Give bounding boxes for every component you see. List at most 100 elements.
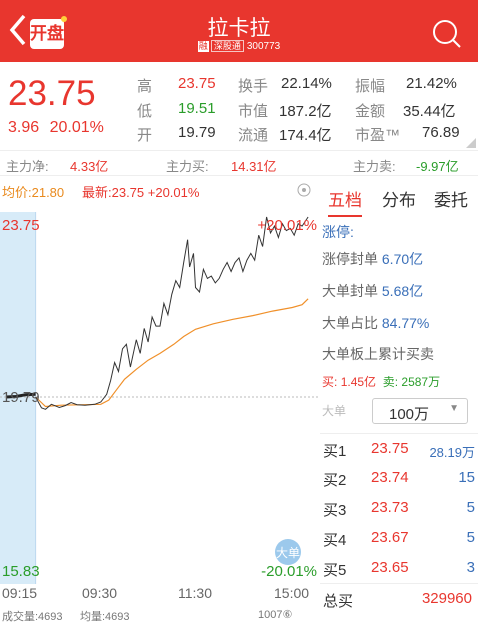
ratio-value: 84.77% [381, 315, 430, 331]
avg-volume-label: 均量:4693 [80, 611, 130, 623]
stat-value: 187.2亿 [279, 103, 332, 120]
book-volume: 5 [466, 529, 475, 546]
stat-label: 市值 [238, 103, 269, 120]
filter-value: 100万 [389, 406, 430, 423]
book-label: 买4 [323, 532, 347, 549]
accumulated-values: 买: 1.45亿 卖: 2587万 [322, 373, 440, 390]
stat-value: 76.89 [422, 124, 460, 141]
big-value: 5.68亿 [381, 283, 424, 299]
book-row[interactable]: 买2 23.74 15 [320, 463, 478, 493]
stat-value: 22.14% [281, 75, 332, 92]
book-row[interactable]: 买3 23.73 5 [320, 493, 478, 523]
book-price: 23.75 [371, 440, 409, 457]
intraday-chart[interactable]: 23.75 19.79 15.83 +20.01% -20.01% 大单 [0, 212, 320, 584]
time-tick: 09:30 [82, 585, 118, 601]
net-label: 主力净: [6, 159, 49, 174]
big-label: 大单封单 [322, 283, 378, 299]
stat-value: 19.51 [178, 100, 216, 117]
stat-value: 174.4亿 [279, 127, 332, 144]
dropdown-arrow-icon: ▼ [449, 403, 459, 414]
book-volume: 3 [466, 559, 475, 576]
seal-label: 涨停封单 [322, 251, 378, 267]
change-value: 3.96 [8, 119, 40, 136]
price-change: 3.96 20.01% [8, 119, 104, 137]
stat-label: 金额 [355, 103, 386, 120]
book-row[interactable]: 买1 23.75 28.19万 [320, 433, 478, 463]
acc-buy-label: 买: [322, 375, 338, 389]
big-order-badge-label: 大单 [276, 546, 300, 560]
buy-value: 14.31亿 [231, 159, 277, 174]
search-icon[interactable] [430, 16, 466, 52]
y-min-label: 15.83 [2, 563, 40, 580]
accumulated-label: 大单板上累计买卖 [322, 346, 434, 362]
tab-orders[interactable]: 委托 [434, 186, 468, 211]
stat-value: 19.79 [178, 124, 216, 141]
book-volume: 5 [466, 499, 475, 516]
stat-value: 23.75 [178, 75, 216, 92]
buy-label: 主力买: [166, 159, 209, 174]
top-bar: 开盘 拉卡拉 融深股通 300773 [0, 0, 478, 62]
time-tick: 15:00 [274, 585, 310, 601]
current-price: 23.75 [8, 74, 96, 113]
target-icon[interactable] [296, 182, 312, 198]
acc-buy-value: 1.45亿 [340, 375, 377, 389]
y-max-label: 23.75 [2, 217, 40, 234]
filter-select[interactable]: 100万 ▼ [372, 398, 468, 424]
big-ratio: 大单占比 84.77% [322, 313, 429, 333]
latest-price-label: 最新:23.75 +20.01% [82, 185, 200, 200]
book-volume: 15 [458, 469, 475, 486]
book-price: 23.67 [371, 529, 409, 546]
sell-label: 主力卖: [353, 159, 396, 174]
stat-label: 换手 [238, 78, 269, 95]
change-percent: 20.01% [49, 119, 104, 136]
book-price: 23.73 [371, 499, 409, 516]
seal-value: 6.70亿 [381, 251, 424, 267]
book-label: 买1 [323, 443, 347, 460]
avg-price-label: 均价:21.80 [2, 185, 65, 200]
acc-sell-label: 卖: [382, 375, 399, 389]
limit-up-label: 涨停: [322, 224, 354, 240]
stat-label: 流通 [238, 127, 269, 144]
pct-min-label: -20.01% [261, 563, 317, 580]
volume-extra: 1007⑥ [258, 609, 293, 621]
sell-value: -9.97亿 [416, 159, 459, 174]
main-force-flow: 主力净: 4.33亿 主力买: 14.31亿 主力卖: -9.97亿 [0, 150, 478, 176]
filter-label: 大单 [322, 404, 347, 418]
stock-code: 300773 [246, 41, 281, 52]
stat-value: 21.42% [406, 75, 457, 92]
book-label: 买3 [323, 502, 347, 519]
y-prev-label: 19.79 [2, 389, 40, 406]
tab-level5[interactable]: 五档 [328, 186, 362, 217]
stat-label: 开 [137, 127, 153, 144]
net-value: 4.33亿 [70, 159, 109, 174]
book-price: 23.65 [371, 559, 409, 576]
stat-value: 35.44亿 [403, 103, 456, 120]
book-row[interactable]: 买4 23.67 5 [320, 523, 478, 553]
time-tick: 11:30 [178, 585, 212, 601]
pct-max-label: +20.01% [257, 217, 317, 234]
stock-subtitle: 融深股通 300773 [0, 40, 478, 52]
connect-tag: 深股通 [210, 40, 244, 52]
time-tick: 09:15 [2, 585, 38, 601]
book-total: 总买 329960 [320, 583, 478, 613]
big-order: 大单封单 5.68亿 [322, 281, 423, 301]
book-label: 买2 [323, 472, 347, 489]
book-label: 买5 [323, 562, 347, 579]
book-row[interactable]: 买5 23.65 3 [320, 553, 478, 583]
book-volume: 28.19万 [429, 445, 475, 460]
stat-label: 振幅 [355, 78, 386, 95]
total-value: 329960 [421, 590, 472, 607]
book-price: 23.74 [371, 469, 409, 486]
volume-label: 成交量:4693 [2, 611, 63, 623]
stat-label: 市盈™ [355, 127, 401, 144]
avg-price-line [35, 298, 309, 408]
stock-name: 拉卡拉 [207, 17, 271, 40]
tab-distribution[interactable]: 分布 [382, 186, 416, 211]
price-line [35, 216, 309, 410]
margin-tag: 融 [197, 41, 209, 52]
ratio-label: 大单占比 [322, 315, 378, 331]
stat-label: 高 [137, 78, 153, 95]
acc-sell-value: 2587万 [401, 375, 441, 389]
expand-corner-icon[interactable] [466, 138, 476, 148]
total-label: 总买 [323, 593, 354, 610]
